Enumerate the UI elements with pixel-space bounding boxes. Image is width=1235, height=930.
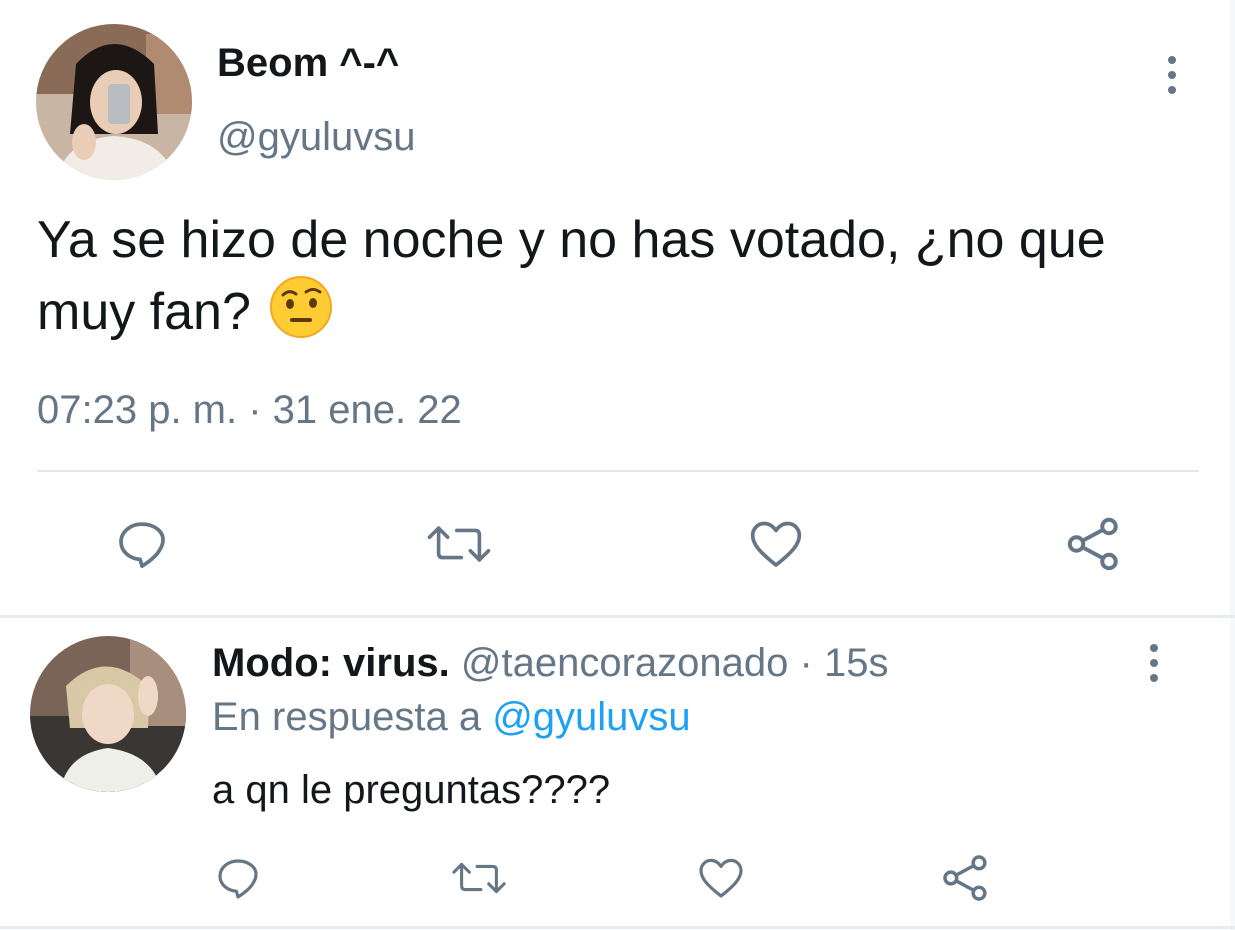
main-author-handle[interactable]: @gyuluvsu — [217, 112, 415, 162]
reply-retweet-icon[interactable] — [450, 852, 508, 904]
avatar-reply[interactable] — [30, 636, 186, 792]
main-retweet-icon[interactable] — [425, 514, 493, 574]
avatar-main[interactable] — [36, 24, 192, 180]
reply-meta-separator: · — [788, 641, 824, 685]
main-more-options-icon[interactable] — [1165, 56, 1179, 94]
in-reply-prefix: En respuesta a — [212, 695, 493, 739]
main-like-icon[interactable] — [747, 514, 805, 574]
main-tweet-text-content: Ya se hizo de noche y no has votado, ¿no… — [37, 211, 1106, 341]
main-share-icon[interactable] — [1064, 514, 1124, 574]
bottom-separator — [0, 926, 1235, 929]
main-reply-icon[interactable] — [114, 514, 170, 574]
reply-author-name[interactable]: Modo: virus. — [212, 641, 450, 685]
in-reply-handle-link[interactable]: @gyuluvsu — [492, 695, 690, 739]
reply-like-icon[interactable] — [696, 852, 746, 904]
reply-share-icon[interactable] — [940, 852, 992, 904]
main-tweet-text: Ya se hizo de noche y no has votado, ¿no… — [37, 205, 1157, 357]
reply-author-handle[interactable]: @taencorazonado — [461, 641, 789, 685]
raised-eyebrow-emoji-icon — [269, 275, 333, 357]
reply-header: Modo: virus. @taencorazonado · 15s — [212, 638, 888, 688]
reply-more-options-icon[interactable] — [1147, 644, 1161, 682]
tweet-separator — [0, 615, 1235, 618]
in-reply-to-line: En respuesta a @gyuluvsu — [212, 692, 691, 742]
avatar-reply-image — [30, 636, 186, 792]
main-divider — [37, 470, 1199, 472]
reply-tweet-text: a qn le preguntas???? — [212, 768, 611, 812]
right-edge-strip — [1230, 0, 1235, 930]
reply-reply-icon[interactable] — [214, 852, 262, 904]
main-timestamp[interactable]: 07:23 p. m. · 31 ene. 22 — [37, 385, 462, 435]
avatar-main-image — [36, 24, 192, 180]
main-author-name[interactable]: Beom ^-^ — [217, 38, 399, 88]
reply-time-ago[interactable]: 15s — [824, 641, 889, 685]
